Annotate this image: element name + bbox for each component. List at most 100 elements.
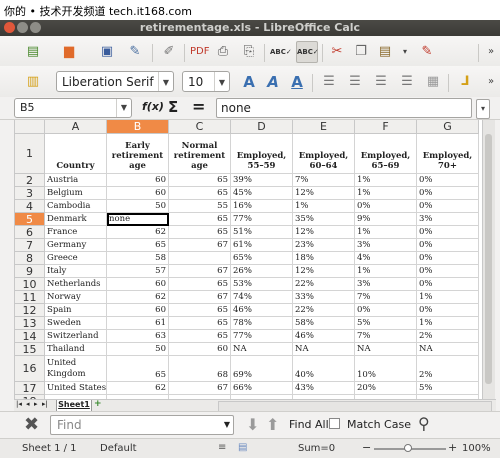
autospell-icon[interactable]: ABC✓ xyxy=(296,41,319,63)
table-cell[interactable]: 2% xyxy=(417,330,479,343)
row-header[interactable]: 6 xyxy=(15,226,45,239)
table-header-cell[interactable]: Employed, 65–69 xyxy=(355,134,417,174)
table-cell[interactable]: 1% xyxy=(355,226,417,239)
currency-icon[interactable]: ⅃ xyxy=(456,73,474,91)
table-cell[interactable]: 74% xyxy=(231,291,293,304)
table-cell[interactable]: 0% xyxy=(355,304,417,317)
row-header[interactable]: 12 xyxy=(15,304,45,317)
table-cell[interactable]: 9% xyxy=(355,213,417,226)
column-header[interactable]: D xyxy=(231,120,293,134)
spellcheck-icon[interactable]: ABC✓ xyxy=(270,43,292,61)
table-cell[interactable]: 22% xyxy=(293,304,355,317)
column-header[interactable]: F xyxy=(355,120,417,134)
table-cell[interactable]: 0% xyxy=(417,226,479,239)
table-cell[interactable]: 51% xyxy=(231,226,293,239)
table-cell[interactable]: Norway xyxy=(45,291,107,304)
table-cell[interactable]: 0% xyxy=(417,304,479,317)
chevron-down-icon[interactable]: ▼ xyxy=(214,72,229,91)
column-header[interactable]: C xyxy=(169,120,231,134)
table-cell[interactable]: 12% xyxy=(293,265,355,278)
table-cell[interactable]: 65 xyxy=(169,278,231,291)
row-header[interactable]: 11 xyxy=(15,291,45,304)
row-header[interactable]: 13 xyxy=(15,317,45,330)
table-cell[interactable]: 22% xyxy=(293,278,355,291)
table-cell[interactable]: 58 xyxy=(107,252,169,265)
column-header[interactable]: E xyxy=(293,120,355,134)
table-cell[interactable]: 67 xyxy=(169,382,231,395)
table-cell[interactable]: 69% xyxy=(231,356,293,382)
name-box[interactable]: B5 ▼ xyxy=(14,98,132,118)
table-cell[interactable]: 7% xyxy=(355,330,417,343)
table-cell[interactable]: 7% xyxy=(293,174,355,187)
select-all-corner[interactable] xyxy=(15,120,45,134)
table-cell[interactable]: 1% xyxy=(293,200,355,213)
table-cell[interactable]: Greece xyxy=(45,252,107,265)
match-case-checkbox[interactable] xyxy=(329,418,340,429)
edit-file-icon[interactable]: ✐ xyxy=(160,43,178,61)
italic-icon[interactable]: A xyxy=(264,73,282,91)
open-icon[interactable]: ▆ xyxy=(60,43,78,61)
zoom-in-icon[interactable]: + xyxy=(448,441,457,454)
table-cell[interactable]: 60 xyxy=(107,187,169,200)
chevron-down-icon[interactable]: ▾ xyxy=(396,43,414,61)
zoom-slider-thumb[interactable] xyxy=(404,444,412,452)
table-cell[interactable]: Belgium xyxy=(45,187,107,200)
row-header[interactable]: 8 xyxy=(15,252,45,265)
table-cell[interactable]: 62 xyxy=(107,291,169,304)
table-cell[interactable]: 33% xyxy=(293,291,355,304)
table-cell[interactable]: 26% xyxy=(231,265,293,278)
zoom-out-icon[interactable]: − xyxy=(362,441,371,454)
table-cell[interactable]: 65 xyxy=(107,356,169,382)
table-cell[interactable]: 0% xyxy=(417,278,479,291)
table-cell[interactable]: 1% xyxy=(417,317,479,330)
row-header[interactable]: 3 xyxy=(15,187,45,200)
table-cell[interactable]: 0% xyxy=(417,200,479,213)
row-header[interactable]: 2 xyxy=(15,174,45,187)
active-cell[interactable]: none xyxy=(107,213,169,226)
row-header[interactable]: 1 xyxy=(15,134,45,174)
table-cell[interactable]: 68 xyxy=(169,356,231,382)
find-replace-icon[interactable]: ⚲ xyxy=(418,414,430,433)
table-cell[interactable]: 2% xyxy=(417,356,479,382)
row-header[interactable]: 14 xyxy=(15,330,45,343)
row-header[interactable]: 7 xyxy=(15,239,45,252)
table-cell[interactable]: NA xyxy=(355,343,417,356)
font-name-combo[interactable]: Liberation Serif ▼ xyxy=(56,71,174,92)
table-cell[interactable]: 58% xyxy=(293,317,355,330)
table-cell[interactable]: 12% xyxy=(293,226,355,239)
find-all-button[interactable]: Find All xyxy=(289,418,329,431)
table-cell[interactable]: 62 xyxy=(107,226,169,239)
table-cell[interactable]: 1% xyxy=(355,187,417,200)
table-cell[interactable]: 20% xyxy=(355,382,417,395)
table-cell[interactable]: 60 xyxy=(107,174,169,187)
align-right-icon[interactable]: ☰ xyxy=(372,73,390,91)
chevron-down-icon[interactable]: ▼ xyxy=(224,420,230,429)
table-cell[interactable]: 67 xyxy=(169,291,231,304)
table-cell[interactable]: 35% xyxy=(293,213,355,226)
table-cell[interactable]: 57 xyxy=(107,265,169,278)
table-cell[interactable]: 50 xyxy=(107,200,169,213)
cut-icon[interactable]: ✂ xyxy=(328,43,346,61)
table-cell[interactable]: 65 xyxy=(169,304,231,317)
sum-icon[interactable]: Σ xyxy=(168,98,178,116)
table-cell[interactable]: 4% xyxy=(355,252,417,265)
table-cell[interactable]: Netherlands xyxy=(45,278,107,291)
underline-icon[interactable]: A xyxy=(288,73,306,91)
table-cell[interactable]: 45% xyxy=(231,187,293,200)
table-cell[interactable]: 78% xyxy=(231,317,293,330)
column-header[interactable]: B xyxy=(107,120,169,134)
row-header[interactable]: 17 xyxy=(15,382,45,395)
last-sheet-icon[interactable]: ▸| xyxy=(42,400,48,408)
scroll-thumb[interactable] xyxy=(485,134,492,384)
table-cell[interactable]: 40% xyxy=(293,356,355,382)
table-cell[interactable]: NA xyxy=(231,343,293,356)
chevron-down-icon[interactable]: ▼ xyxy=(158,72,173,91)
overflow-icon[interactable]: » xyxy=(482,43,500,61)
export-pdf-icon[interactable]: PDF xyxy=(190,43,209,61)
table-header-cell[interactable]: Employed, 70+ xyxy=(417,134,479,174)
table-cell[interactable]: Denmark xyxy=(45,213,107,226)
chevron-down-icon[interactable]: ▼ xyxy=(116,99,131,117)
match-case-label[interactable]: Match Case xyxy=(347,418,411,431)
table-cell[interactable]: Italy xyxy=(45,265,107,278)
expand-formula-icon[interactable]: ▾ xyxy=(476,99,490,119)
